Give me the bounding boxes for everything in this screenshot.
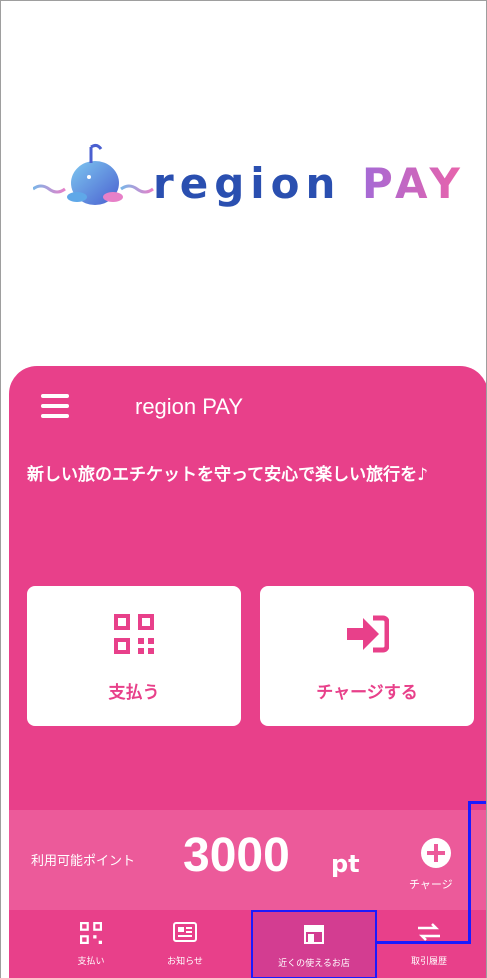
pay-label: 支払う: [108, 683, 160, 703]
sign-in-icon: [347, 615, 389, 653]
logo-word-pay: PAY: [362, 159, 466, 208]
points-unit: pt: [331, 850, 360, 878]
tagline: 新しい旅のエチケットを守って安心で楽しい旅行を♪: [27, 465, 428, 485]
nav-item-history[interactable]: 取引履歴: [389, 910, 469, 978]
store-icon: [304, 925, 324, 944]
nav-label: 取引履歴: [410, 957, 447, 967]
qr-code-icon: [80, 922, 102, 944]
main-panel: region PAY 新しい旅のエチケットを守って安心で楽しい旅行を♪ 支払う …: [9, 366, 486, 978]
highlight-line: [468, 801, 471, 944]
points-label: 利用可能ポイント: [31, 854, 136, 869]
qr-code-icon: [114, 614, 154, 654]
nav-item-pay[interactable]: 支払い: [61, 910, 121, 978]
bottom-nav: 支払い お知らせ 近くの使えるお店 取引履歴: [9, 910, 486, 978]
charge-link[interactable]: チャージ: [409, 876, 453, 892]
newspaper-icon: [173, 922, 197, 942]
nav-item-news[interactable]: お知らせ: [145, 910, 225, 978]
pay-button[interactable]: 支払う: [27, 586, 241, 726]
hamburger-menu-icon[interactable]: [41, 394, 69, 418]
header-title: region PAY: [135, 394, 244, 419]
logo-word-region: region: [153, 159, 342, 208]
points-bar: 利用可能ポイント 3000 pt チャージ: [9, 810, 486, 910]
nav-label: 近くの使えるお店: [278, 959, 350, 969]
swap-arrows-icon: [418, 923, 440, 941]
highlight-line: [376, 941, 471, 944]
nav-item-nearby-shops[interactable]: 近くの使えるお店: [251, 910, 377, 978]
points-value: 3000: [183, 829, 290, 882]
nav-label: お知らせ: [167, 957, 203, 967]
charge-label: チャージする: [316, 683, 418, 703]
charge-button[interactable]: チャージする: [260, 586, 474, 726]
plus-circle-icon[interactable]: [421, 838, 451, 868]
nav-label: 支払い: [77, 957, 105, 967]
app-screen: region PAY region PAY 新しい旅のエチケットを守って安心で楽…: [0, 0, 487, 978]
highlight-line: [468, 801, 486, 804]
logo-wordmark: region PAY: [153, 159, 466, 208]
